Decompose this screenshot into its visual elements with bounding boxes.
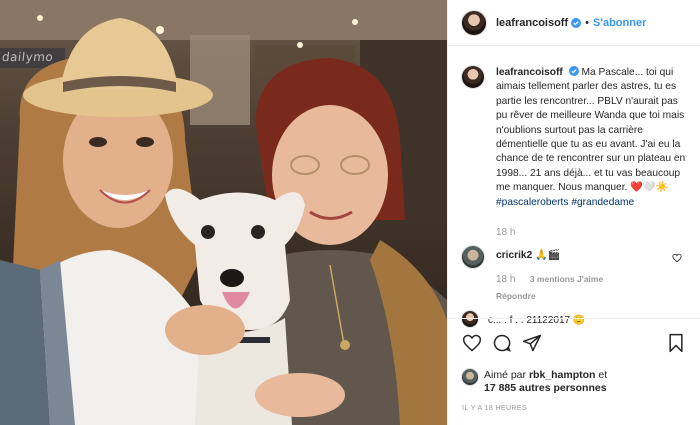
- caption-username[interactable]: leafrancoisoff: [496, 67, 563, 78]
- post-timestamp[interactable]: IL Y A 18 HEURES: [462, 405, 686, 412]
- verified-badge-icon: [571, 17, 582, 28]
- background-sign-text: dailymo: [1, 50, 55, 64]
- caption-author-avatar[interactable]: [462, 66, 484, 88]
- comment-time: 18 h: [496, 273, 516, 285]
- bookmark-icon[interactable]: [666, 333, 686, 353]
- author-avatar[interactable]: [462, 10, 486, 35]
- likes-prefix: Aimé par: [484, 369, 527, 381]
- post-photo[interactable]: dailymo: [0, 0, 447, 425]
- verified-badge-icon: [568, 66, 579, 76]
- post-header: leafrancoisoff • S'abonner: [448, 0, 700, 46]
- follow-button[interactable]: S'abonner: [593, 17, 646, 29]
- post-actions: Aimé par rbk_hampton et 17 885 autres pe…: [448, 318, 700, 425]
- photo-illustration: [0, 0, 447, 425]
- comment-meta: 18 h 3 mentions J'aime: [496, 272, 615, 287]
- liker-avatar[interactable]: [462, 369, 478, 385]
- comment-text: 🙏🎬: [535, 250, 561, 262]
- likes-others[interactable]: 17 885 autres personnes: [484, 382, 607, 394]
- comment-reply-button[interactable]: Répondre: [496, 289, 615, 303]
- caption-hashtags[interactable]: #pascaleroberts #grandedame: [496, 197, 634, 208]
- commenter-avatar[interactable]: [462, 246, 484, 269]
- caption-text: Ma Pascale... toi qui aimais tellement p…: [496, 67, 686, 194]
- likes-summary: Aimé par rbk_hampton et 17 885 autres pe…: [462, 369, 686, 395]
- share-plane-icon[interactable]: [522, 333, 542, 353]
- action-icon-row: [462, 331, 686, 355]
- comment-bubble-icon[interactable]: [492, 333, 512, 353]
- author-username[interactable]: leafrancoisoff: [496, 17, 568, 29]
- post-side-panel: leafrancoisoff • S'abonner leafrancoisof…: [447, 0, 700, 425]
- like-heart-icon[interactable]: [462, 333, 482, 353]
- comment-item: cricrik2 🙏🎬 18 h 3 mentions J'aime Répon…: [462, 246, 688, 303]
- header-separator: •: [585, 16, 589, 29]
- likes-joiner: et: [598, 369, 608, 381]
- liker-username[interactable]: rbk_hampton: [529, 369, 596, 381]
- comments-list[interactable]: leafrancoisoff Ma Pascale... toi qui aim…: [448, 46, 700, 318]
- commenter-username[interactable]: cricrik2: [496, 250, 532, 261]
- comment-like-heart-icon[interactable]: [672, 253, 682, 263]
- comment-likes[interactable]: 3 mentions J'aime: [530, 274, 603, 284]
- caption-time: 18 h: [496, 227, 516, 239]
- caption: leafrancoisoff Ma Pascale... toi qui aim…: [462, 66, 688, 240]
